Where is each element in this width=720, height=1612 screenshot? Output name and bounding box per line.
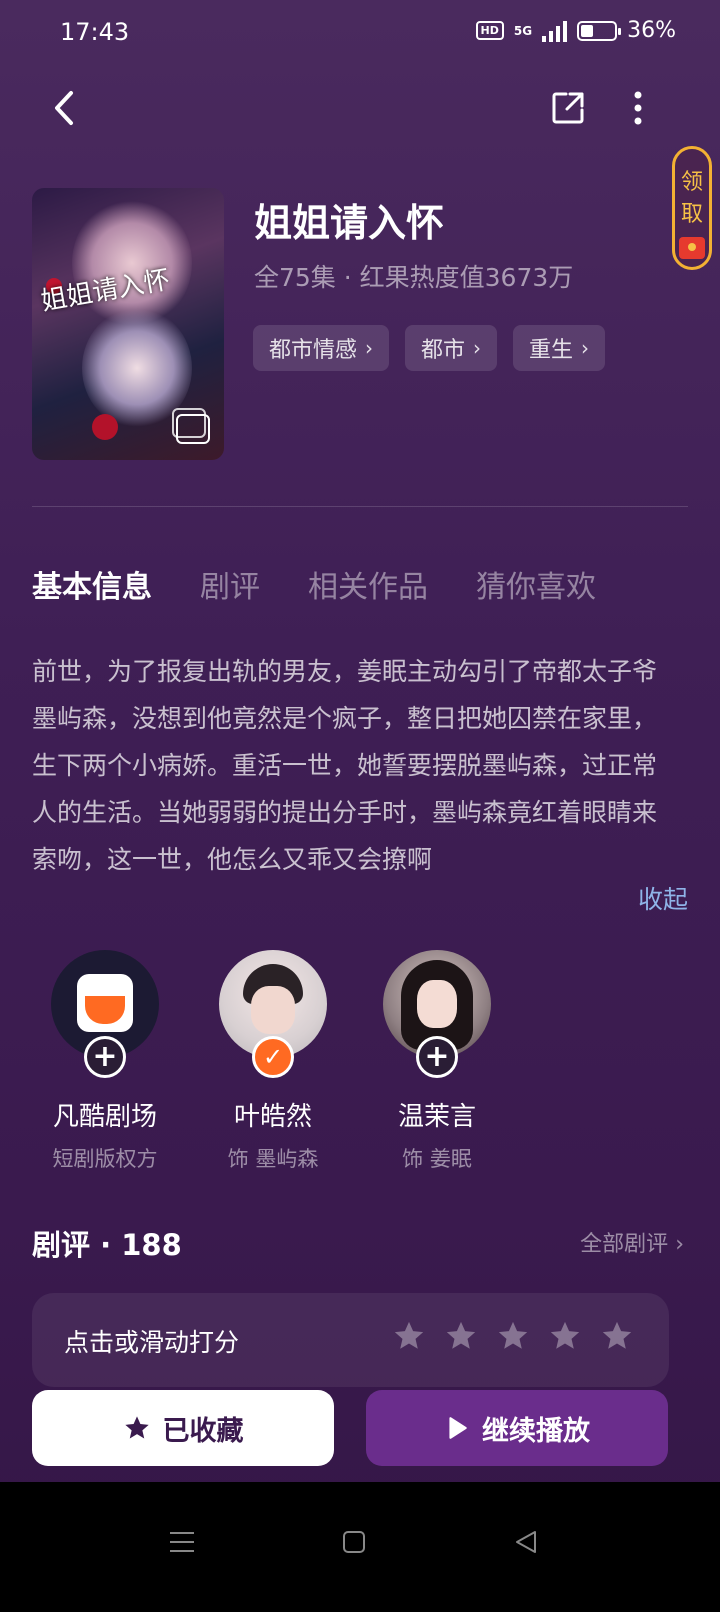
star-icon[interactable] bbox=[444, 1319, 478, 1353]
cast-name: 凡酷剧场 bbox=[52, 1102, 157, 1132]
favorite-button[interactable]: 已收藏 bbox=[32, 1390, 334, 1466]
avatar[interactable]: + bbox=[51, 950, 159, 1078]
plus-icon[interactable]: + bbox=[416, 1036, 458, 1078]
more-vertical-icon bbox=[634, 91, 642, 125]
tag-label: 重生 bbox=[529, 338, 574, 363]
signal-icon bbox=[542, 20, 568, 42]
rating-box[interactable]: 点击或滑动打分 bbox=[32, 1293, 669, 1387]
collapse-button[interactable]: 收起 bbox=[638, 880, 688, 916]
star-icon[interactable] bbox=[496, 1319, 530, 1353]
status-bar: 17:43 HD 5G 36% bbox=[0, 0, 720, 66]
tag-chip[interactable]: 都市 › bbox=[405, 325, 498, 371]
status-time: 17:43 bbox=[60, 18, 130, 46]
menu-icon[interactable] bbox=[162, 1522, 202, 1562]
cast-name: 叶皓然 bbox=[233, 1102, 312, 1132]
cast-name: 温茉言 bbox=[397, 1102, 476, 1132]
star-icon[interactable] bbox=[548, 1319, 582, 1353]
all-reviews-label: 全部剧评 bbox=[580, 1232, 669, 1257]
favorite-label: 已收藏 bbox=[162, 1415, 244, 1447]
avatar[interactable]: + bbox=[383, 950, 491, 1078]
system-nav-bar bbox=[0, 1482, 720, 1612]
back-button[interactable] bbox=[36, 80, 92, 136]
star-icon[interactable] bbox=[392, 1319, 426, 1353]
chevron-right-icon: › bbox=[581, 336, 590, 360]
star-icon[interactable] bbox=[600, 1319, 634, 1353]
tag-label: 都市 bbox=[421, 338, 466, 363]
avatar[interactable]: ✓ bbox=[219, 950, 327, 1078]
continue-play-button[interactable]: 继续播放 bbox=[366, 1390, 668, 1466]
home-icon[interactable] bbox=[334, 1522, 374, 1562]
drama-description: 前世，为了报复出轨的男友，姜眠主动勾引了帝都太子爷墨屿森，没想到他竟然是个疯子，… bbox=[32, 657, 658, 874]
star-rating[interactable] bbox=[392, 1319, 634, 1353]
reviews-title: 剧评 · 188 bbox=[32, 1228, 182, 1262]
chevron-right-icon: › bbox=[473, 336, 482, 360]
all-reviews-link[interactable]: 全部剧评 › bbox=[580, 1226, 684, 1258]
tag-list: 都市情感 › 都市 › 重生 › bbox=[253, 325, 606, 371]
studio-logo-icon bbox=[77, 974, 133, 1032]
share-button[interactable] bbox=[540, 80, 596, 136]
tag-chip[interactable]: 重生 › bbox=[513, 325, 606, 371]
drama-title: 姐姐请入怀 bbox=[254, 201, 445, 245]
tab-bar: 基本信息 剧评 相关作品 猜你喜欢 bbox=[32, 562, 596, 606]
rating-prompt: 点击或滑动打分 bbox=[64, 1328, 240, 1357]
chevron-right-icon: › bbox=[365, 336, 374, 360]
claim-reward-badge[interactable]: 领 取 bbox=[672, 146, 712, 270]
chevron-left-icon bbox=[55, 91, 73, 125]
plus-icon[interactable]: + bbox=[84, 1036, 126, 1078]
star-icon bbox=[124, 1416, 149, 1439]
chevron-right-icon: › bbox=[675, 1232, 684, 1257]
avatar-face bbox=[417, 980, 457, 1028]
network-label: 5G bbox=[513, 23, 533, 38]
cast-role: 饰 墨屿森 bbox=[227, 1147, 319, 1171]
cast-item[interactable]: + 温茉言 饰 姜眠 bbox=[352, 950, 522, 1173]
red-envelope-icon bbox=[679, 237, 705, 259]
divider bbox=[32, 506, 688, 507]
battery-percent: 36% bbox=[627, 18, 676, 43]
share-icon bbox=[552, 92, 584, 124]
tab-basic-info[interactable]: 基本信息 bbox=[32, 562, 152, 606]
claim-text-1: 领 bbox=[680, 170, 703, 195]
hd-icon: HD bbox=[475, 21, 504, 40]
avatar-face bbox=[251, 986, 295, 1034]
check-icon[interactable]: ✓ bbox=[252, 1036, 294, 1078]
drama-meta: 全75集 · 红果热度值3673万 bbox=[254, 263, 574, 292]
play-icon bbox=[449, 1417, 467, 1439]
cast-role: 饰 姜眠 bbox=[402, 1147, 472, 1171]
back-triangle-icon[interactable] bbox=[506, 1522, 546, 1562]
more-button[interactable] bbox=[610, 80, 666, 136]
claim-text-2: 取 bbox=[680, 202, 703, 227]
cast-item[interactable]: ✓ 叶皓然 饰 墨屿森 bbox=[188, 950, 358, 1173]
tab-recommendations[interactable]: 猜你喜欢 bbox=[476, 562, 596, 606]
tag-label: 都市情感 bbox=[269, 338, 358, 363]
tab-reviews[interactable]: 剧评 bbox=[200, 562, 260, 606]
status-indicators: HD 5G 36% bbox=[475, 18, 676, 43]
play-label: 继续播放 bbox=[482, 1415, 590, 1447]
tag-chip[interactable]: 都市情感 › bbox=[253, 325, 390, 371]
battery-icon bbox=[577, 20, 622, 41]
rose-icon bbox=[92, 414, 118, 440]
gallery-icon[interactable] bbox=[172, 408, 210, 444]
cast-item[interactable]: + 凡酷剧场 短剧版权方 bbox=[20, 950, 190, 1173]
drama-poster[interactable]: 姐姐请入怀 bbox=[32, 188, 224, 460]
cast-role: 短剧版权方 bbox=[52, 1147, 158, 1171]
tab-related-works[interactable]: 相关作品 bbox=[308, 562, 428, 606]
